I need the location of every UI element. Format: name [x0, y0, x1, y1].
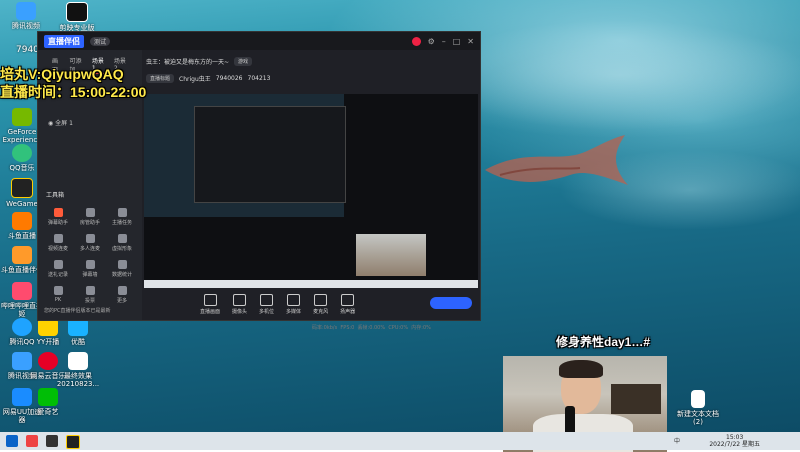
wall-shelf — [611, 384, 661, 414]
windows-start-icon[interactable] — [6, 435, 18, 447]
tool-pk[interactable]: PK — [42, 286, 74, 304]
system-tray[interactable]: 中 — [674, 436, 680, 445]
mermaid-tail-image — [485, 135, 628, 185]
room-id: 7940026 — [215, 74, 243, 82]
admin-icon — [85, 208, 95, 217]
tool-vote[interactable]: 投票 — [74, 286, 106, 304]
desktop-icon-new-text-document[interactable]: 新建文本文档 (2) — [676, 390, 720, 426]
contact-overlay: 培丸V:QiyupwQAQ — [0, 66, 124, 82]
add-screen-button[interactable]: 直播画面 — [200, 294, 220, 315]
room-title[interactable]: 虫王：被迫又是梅东方的一天~ — [146, 57, 229, 66]
bilibili-icon — [12, 282, 32, 300]
tencent-video-icon — [16, 2, 36, 20]
room-title-bar: 虫王：被迫又是梅东方的一天~ 游戏 — [142, 50, 480, 72]
close-icon[interactable]: ✕ — [467, 37, 474, 46]
webcam-preview-small — [356, 234, 426, 276]
monitor-icon — [203, 294, 217, 306]
camera-icon — [233, 294, 247, 306]
multicam-icon — [260, 294, 274, 306]
tool-room-admin[interactable]: 房管助手 — [74, 208, 106, 226]
tool-video-link[interactable]: 视频连麦 — [42, 234, 74, 252]
room-prefix: 直播标题 — [146, 73, 175, 83]
app-title-bar: 直播伴侣 测试 ⚙ – □ ✕ — [38, 32, 480, 50]
add-media-button[interactable]: 多媒体 — [286, 294, 301, 315]
speaker-button[interactable]: 扬声器 — [340, 294, 355, 315]
maximize-icon[interactable]: □ — [453, 37, 461, 46]
version-badge[interactable]: 测试 — [90, 36, 111, 46]
qqmusic-icon — [12, 144, 32, 162]
minimize-icon[interactable]: – — [442, 37, 446, 46]
version-notice: 您的PC直播伴侣版本已是最新 — [44, 308, 111, 314]
microphone-icon — [314, 294, 328, 306]
taskbar-clock[interactable]: 15:03 2022/7/22 星期五 — [709, 434, 760, 448]
desktop-icon-tencent-video[interactable]: 腾讯视频 — [4, 2, 48, 30]
eye-icon[interactable]: ◉ — [48, 120, 53, 127]
add-camera-button[interactable]: 摄像头 — [232, 294, 247, 315]
more-icon — [117, 286, 127, 295]
taskbar-app-2[interactable] — [46, 435, 58, 447]
scene-item[interactable]: ◉ 全屏 1 — [48, 118, 73, 127]
nested-preview-window — [144, 94, 346, 217]
desktop-icon-iqiyi[interactable]: 爱奇艺 — [26, 388, 70, 416]
stream-preview[interactable] — [144, 94, 478, 288]
media-icon — [287, 294, 301, 306]
avatar[interactable] — [411, 36, 421, 46]
nested-preview-inner — [194, 106, 346, 203]
tool-anchor-task[interactable]: 主播任务 — [106, 208, 138, 226]
status-bar: 码率:0kb/s FPS:0 丢帧:0.00% CPU:0% 内存:0% — [312, 325, 431, 331]
app-logo: 直播伴侣 — [44, 34, 84, 48]
tool-danmaku-wall[interactable]: 弹幕墙 — [74, 260, 106, 278]
toolbox-grid: 弹幕助手 房管助手 主播任务 视频连麦 多人连麦 虚拟形象 送礼记录 弹幕墙 数… — [42, 208, 138, 304]
tool-gift-record[interactable]: 送礼记录 — [42, 260, 74, 278]
douyu-companion-icon — [12, 246, 32, 264]
video-link-icon — [53, 234, 63, 243]
wall-icon — [85, 260, 95, 269]
geforce-icon — [12, 108, 32, 126]
danmaku-icon — [53, 208, 63, 217]
netease-music-icon — [38, 352, 58, 370]
iqiyi-icon — [38, 388, 58, 406]
source-toolbar: 直播画面 摄像头 多机位 多媒体 麦克风 扬声器 — [200, 294, 355, 315]
caption-overlay: 修身养性day1…# — [556, 335, 651, 349]
window-controls: ⚙ – □ ✕ — [411, 36, 474, 46]
taskbar-app-1[interactable] — [26, 435, 38, 447]
multi-link-icon — [85, 234, 95, 243]
viewer-count: 704213 — [247, 74, 271, 82]
desktop-icon-jianying[interactable]: 剪映专业版 — [55, 2, 99, 32]
document-icon — [68, 352, 88, 370]
wegame-icon — [11, 178, 33, 198]
douyu-icon — [12, 212, 32, 230]
tool-danmaku-assistant[interactable]: 弹幕助手 — [42, 208, 74, 226]
windows-taskbar: 中 15:03 2022/7/22 星期五 — [0, 432, 800, 450]
wave-highlight — [430, 20, 800, 130]
settings-icon[interactable]: ⚙ — [428, 37, 435, 46]
preview-taskbar — [144, 280, 478, 288]
vote-icon — [85, 286, 95, 295]
add-multicam-button[interactable]: 多机位 — [259, 294, 274, 315]
pk-icon — [53, 286, 63, 295]
tool-statistics[interactable]: 数据统计 — [106, 260, 138, 278]
tool-multi-link[interactable]: 多人连麦 — [74, 234, 106, 252]
start-live-button[interactable] — [430, 297, 472, 309]
speaker-icon — [341, 294, 355, 306]
microphone-button[interactable]: 麦克风 — [313, 294, 328, 315]
text-file-icon — [691, 390, 705, 408]
room-owner: Chrigu虫王 — [179, 75, 211, 83]
room-info-bar: 直播标题 Chrigu虫王 7940026 704213 — [142, 72, 480, 84]
stats-icon — [117, 260, 127, 269]
jianying-icon — [66, 2, 88, 22]
schedule-overlay: 直播时间：15:00-22:00 — [0, 84, 147, 100]
main-panel: 虫王：被迫又是梅东方的一天~ 游戏 直播标题 Chrigu虫王 7940026 … — [142, 50, 480, 331]
desktop-icon-final-effect[interactable]: 最终效果 20210823... — [56, 352, 100, 388]
desktop-icon-youku[interactable]: 优酷 — [56, 318, 100, 346]
tool-virtual-avatar[interactable]: 虚拟形象 — [106, 234, 138, 252]
category-pill[interactable]: 游戏 — [234, 56, 253, 66]
toolbox-title: 工具箱 — [46, 192, 65, 199]
streamer-hair — [559, 360, 603, 378]
task-icon — [117, 208, 127, 217]
gift-icon — [53, 260, 63, 269]
taskbar-app-3[interactable] — [66, 435, 80, 449]
tool-more[interactable]: 更多 — [106, 286, 138, 304]
virtual-avatar-icon — [117, 234, 127, 243]
